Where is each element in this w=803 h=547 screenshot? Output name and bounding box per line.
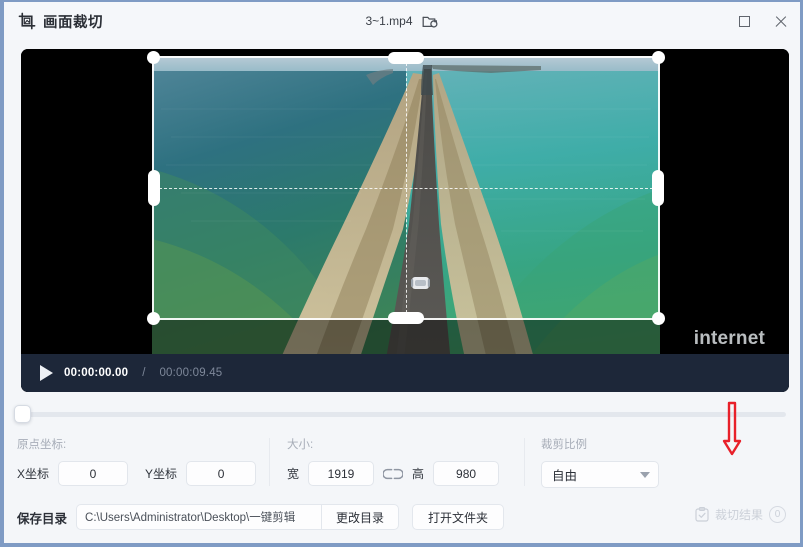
crop-handle-middle-left[interactable] bbox=[148, 170, 160, 206]
chevron-down-icon[interactable] bbox=[640, 472, 650, 478]
crop-window: 画面裁切 3~1.mp4 internet 00:00:00.00 / 00:0… bbox=[0, 0, 803, 547]
crop-handle-top-center[interactable] bbox=[388, 52, 424, 64]
titlebar: 画面裁切 3~1.mp4 bbox=[4, 2, 800, 40]
width-label: 宽 bbox=[287, 467, 300, 481]
y-coordinate-label: Y坐标 bbox=[145, 467, 178, 481]
save-path-input[interactable] bbox=[76, 504, 322, 530]
crop-handle-bottom-left[interactable] bbox=[147, 312, 160, 325]
titlebar-center: 3~1.mp4 bbox=[4, 2, 800, 40]
open-folder-button[interactable]: 打开文件夹 bbox=[412, 504, 505, 530]
height-input[interactable] bbox=[433, 461, 500, 486]
crop-results-label: 裁切结果 bbox=[714, 508, 763, 522]
crop-selection-box[interactable] bbox=[147, 51, 665, 325]
red-down-arrow bbox=[722, 401, 742, 456]
maximize-icon bbox=[738, 15, 750, 27]
timeline-slider[interactable] bbox=[14, 405, 786, 423]
video-preview-stage[interactable]: internet 00:00:00.00 / 00:00:09.45 bbox=[21, 49, 789, 392]
current-time-label: 00:00:00.00 bbox=[64, 367, 129, 379]
size-group: 大小: 宽 高 bbox=[287, 436, 500, 486]
bottom-bar: 保存目录 更改目录 打开文件夹 裁切结果 0 bbox=[4, 495, 800, 539]
origin-group: 原点坐标: X坐标 Y坐标 bbox=[17, 436, 257, 486]
clipboard-check-icon bbox=[695, 507, 709, 522]
y-coordinate-input[interactable] bbox=[186, 461, 257, 486]
maximize-button[interactable] bbox=[734, 11, 754, 31]
ratio-group-label: 裁剪比例 bbox=[541, 439, 587, 451]
crop-handle-top-left[interactable] bbox=[147, 51, 160, 64]
ratio-select-wrap: 自由 bbox=[541, 461, 659, 488]
ratio-selected-label: 自由 bbox=[552, 469, 578, 483]
divider-1 bbox=[269, 438, 270, 486]
origin-fields: X坐标 Y坐标 bbox=[17, 461, 257, 486]
crop-guide-horizontal bbox=[154, 188, 658, 189]
crop-results-count: 0 bbox=[769, 506, 786, 523]
close-button[interactable] bbox=[770, 11, 790, 31]
crop-handle-middle-right[interactable] bbox=[652, 170, 664, 206]
width-input[interactable] bbox=[308, 461, 375, 486]
size-group-label: 大小: bbox=[287, 439, 314, 451]
size-fields: 宽 高 bbox=[287, 461, 500, 486]
divider-2 bbox=[524, 438, 525, 486]
height-label: 高 bbox=[412, 467, 425, 481]
folder-refresh-icon[interactable] bbox=[422, 14, 439, 29]
crop-handle-bottom-right[interactable] bbox=[652, 312, 665, 325]
ratio-group: 裁剪比例 自由 bbox=[541, 436, 659, 488]
timeline-thumb[interactable] bbox=[14, 405, 31, 423]
unlink-icon[interactable] bbox=[383, 468, 404, 480]
time-separator: / bbox=[142, 367, 146, 379]
controls-row: 原点坐标: X坐标 Y坐标 大小: 宽 高 bbox=[4, 401, 800, 498]
origin-group-label: 原点坐标: bbox=[17, 439, 67, 451]
change-directory-button[interactable]: 更改目录 bbox=[321, 504, 400, 530]
play-icon[interactable] bbox=[40, 365, 53, 381]
total-time-label: 00:00:09.45 bbox=[159, 367, 223, 379]
save-directory-label: 保存目录 bbox=[17, 511, 68, 526]
crop-handle-top-right[interactable] bbox=[652, 51, 665, 64]
page-title: 画面裁切 bbox=[43, 14, 103, 31]
x-coordinate-input[interactable] bbox=[58, 461, 129, 486]
video-watermark: internet bbox=[693, 328, 765, 349]
crop-image-icon bbox=[18, 12, 36, 29]
titlebar-left: 画面裁切 bbox=[18, 11, 103, 32]
timeline-track[interactable] bbox=[26, 412, 786, 417]
x-coordinate-label: X坐标 bbox=[17, 467, 50, 481]
crop-handle-bottom-center[interactable] bbox=[388, 312, 424, 324]
playback-bar: 00:00:00.00 / 00:00:09.45 bbox=[21, 354, 789, 392]
close-icon bbox=[774, 15, 787, 28]
file-name-label: 3~1.mp4 bbox=[365, 14, 413, 28]
crop-results[interactable]: 裁切结果 0 bbox=[695, 506, 786, 523]
window-controls bbox=[734, 2, 790, 40]
